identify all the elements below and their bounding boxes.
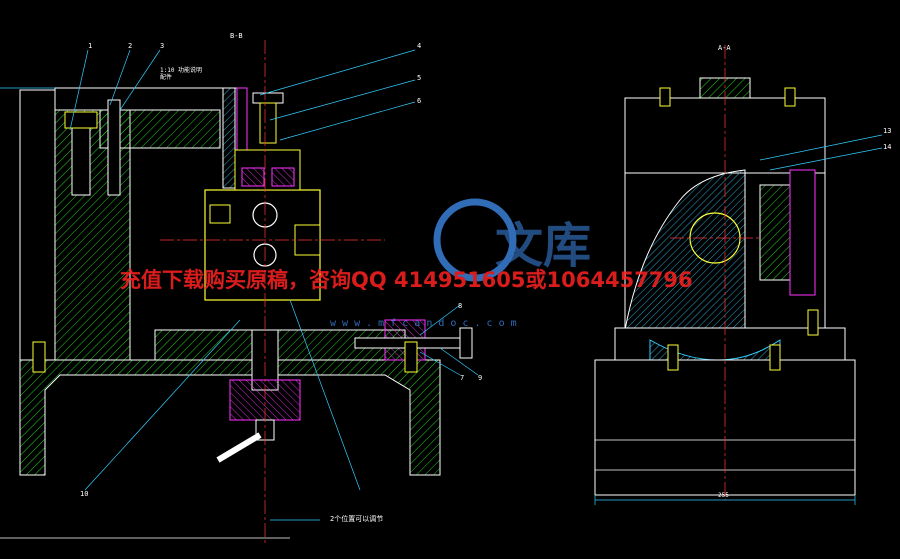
part-number-4: 4	[417, 42, 421, 50]
side-clamp-knob	[459, 327, 473, 359]
front-frame-outline	[19, 89, 55, 360]
front-bottom-note: 2个位置可以调节	[330, 514, 383, 523]
watermark-logo-text: 文库	[495, 218, 591, 274]
column-bolt-head	[64, 111, 98, 129]
workpiece-top	[241, 167, 265, 187]
part-number-2: 2	[128, 42, 132, 50]
side-part-number-13: 13	[883, 127, 891, 135]
side-bolt-5	[807, 309, 819, 336]
part-number-6: 6	[417, 97, 421, 105]
part-number-1: 1	[88, 42, 92, 50]
side-bolt-4	[769, 344, 781, 371]
side-bolt-1	[659, 87, 671, 107]
part-number-7: 7	[460, 374, 464, 382]
side-bolt-2	[784, 87, 796, 107]
base-bolt-right	[404, 341, 418, 373]
side-right-plate	[789, 169, 816, 296]
column-bolt-right	[107, 99, 121, 196]
front-note: 1:10 功能说明配件	[160, 66, 202, 81]
cad-drawing-canvas: 1 2 3 4 5 6 7 8 9 10 B-B 1:10 功能说明配件 2个位…	[0, 32, 891, 545]
part-number-5: 5	[417, 74, 421, 82]
part-number-10: 10	[80, 490, 88, 498]
side-part-number-14: 14	[883, 143, 891, 151]
part-number-9: 9	[478, 374, 482, 382]
part-number-8: 8	[458, 302, 462, 310]
side-bolt-3	[667, 344, 679, 371]
front-section-label: B-B	[230, 32, 243, 40]
side-section-label: A-A	[718, 44, 731, 52]
side-dimension-label: 255	[718, 492, 729, 499]
part-number-3: 3	[160, 42, 164, 50]
guide-post	[222, 87, 236, 189]
lever-handle	[216, 432, 262, 463]
base-bolt-left	[32, 341, 46, 373]
workpiece-top-2	[271, 167, 295, 187]
top-screw-head	[252, 92, 284, 104]
top-screw-body	[259, 102, 277, 144]
watermark-main-text: 充值下载购买原稿，咨询QQ 414951605或1064457796	[120, 268, 693, 292]
fixture-left-screw	[209, 204, 231, 224]
watermark-site-text: w w w . m f c a n d o c . c o m	[330, 318, 517, 329]
